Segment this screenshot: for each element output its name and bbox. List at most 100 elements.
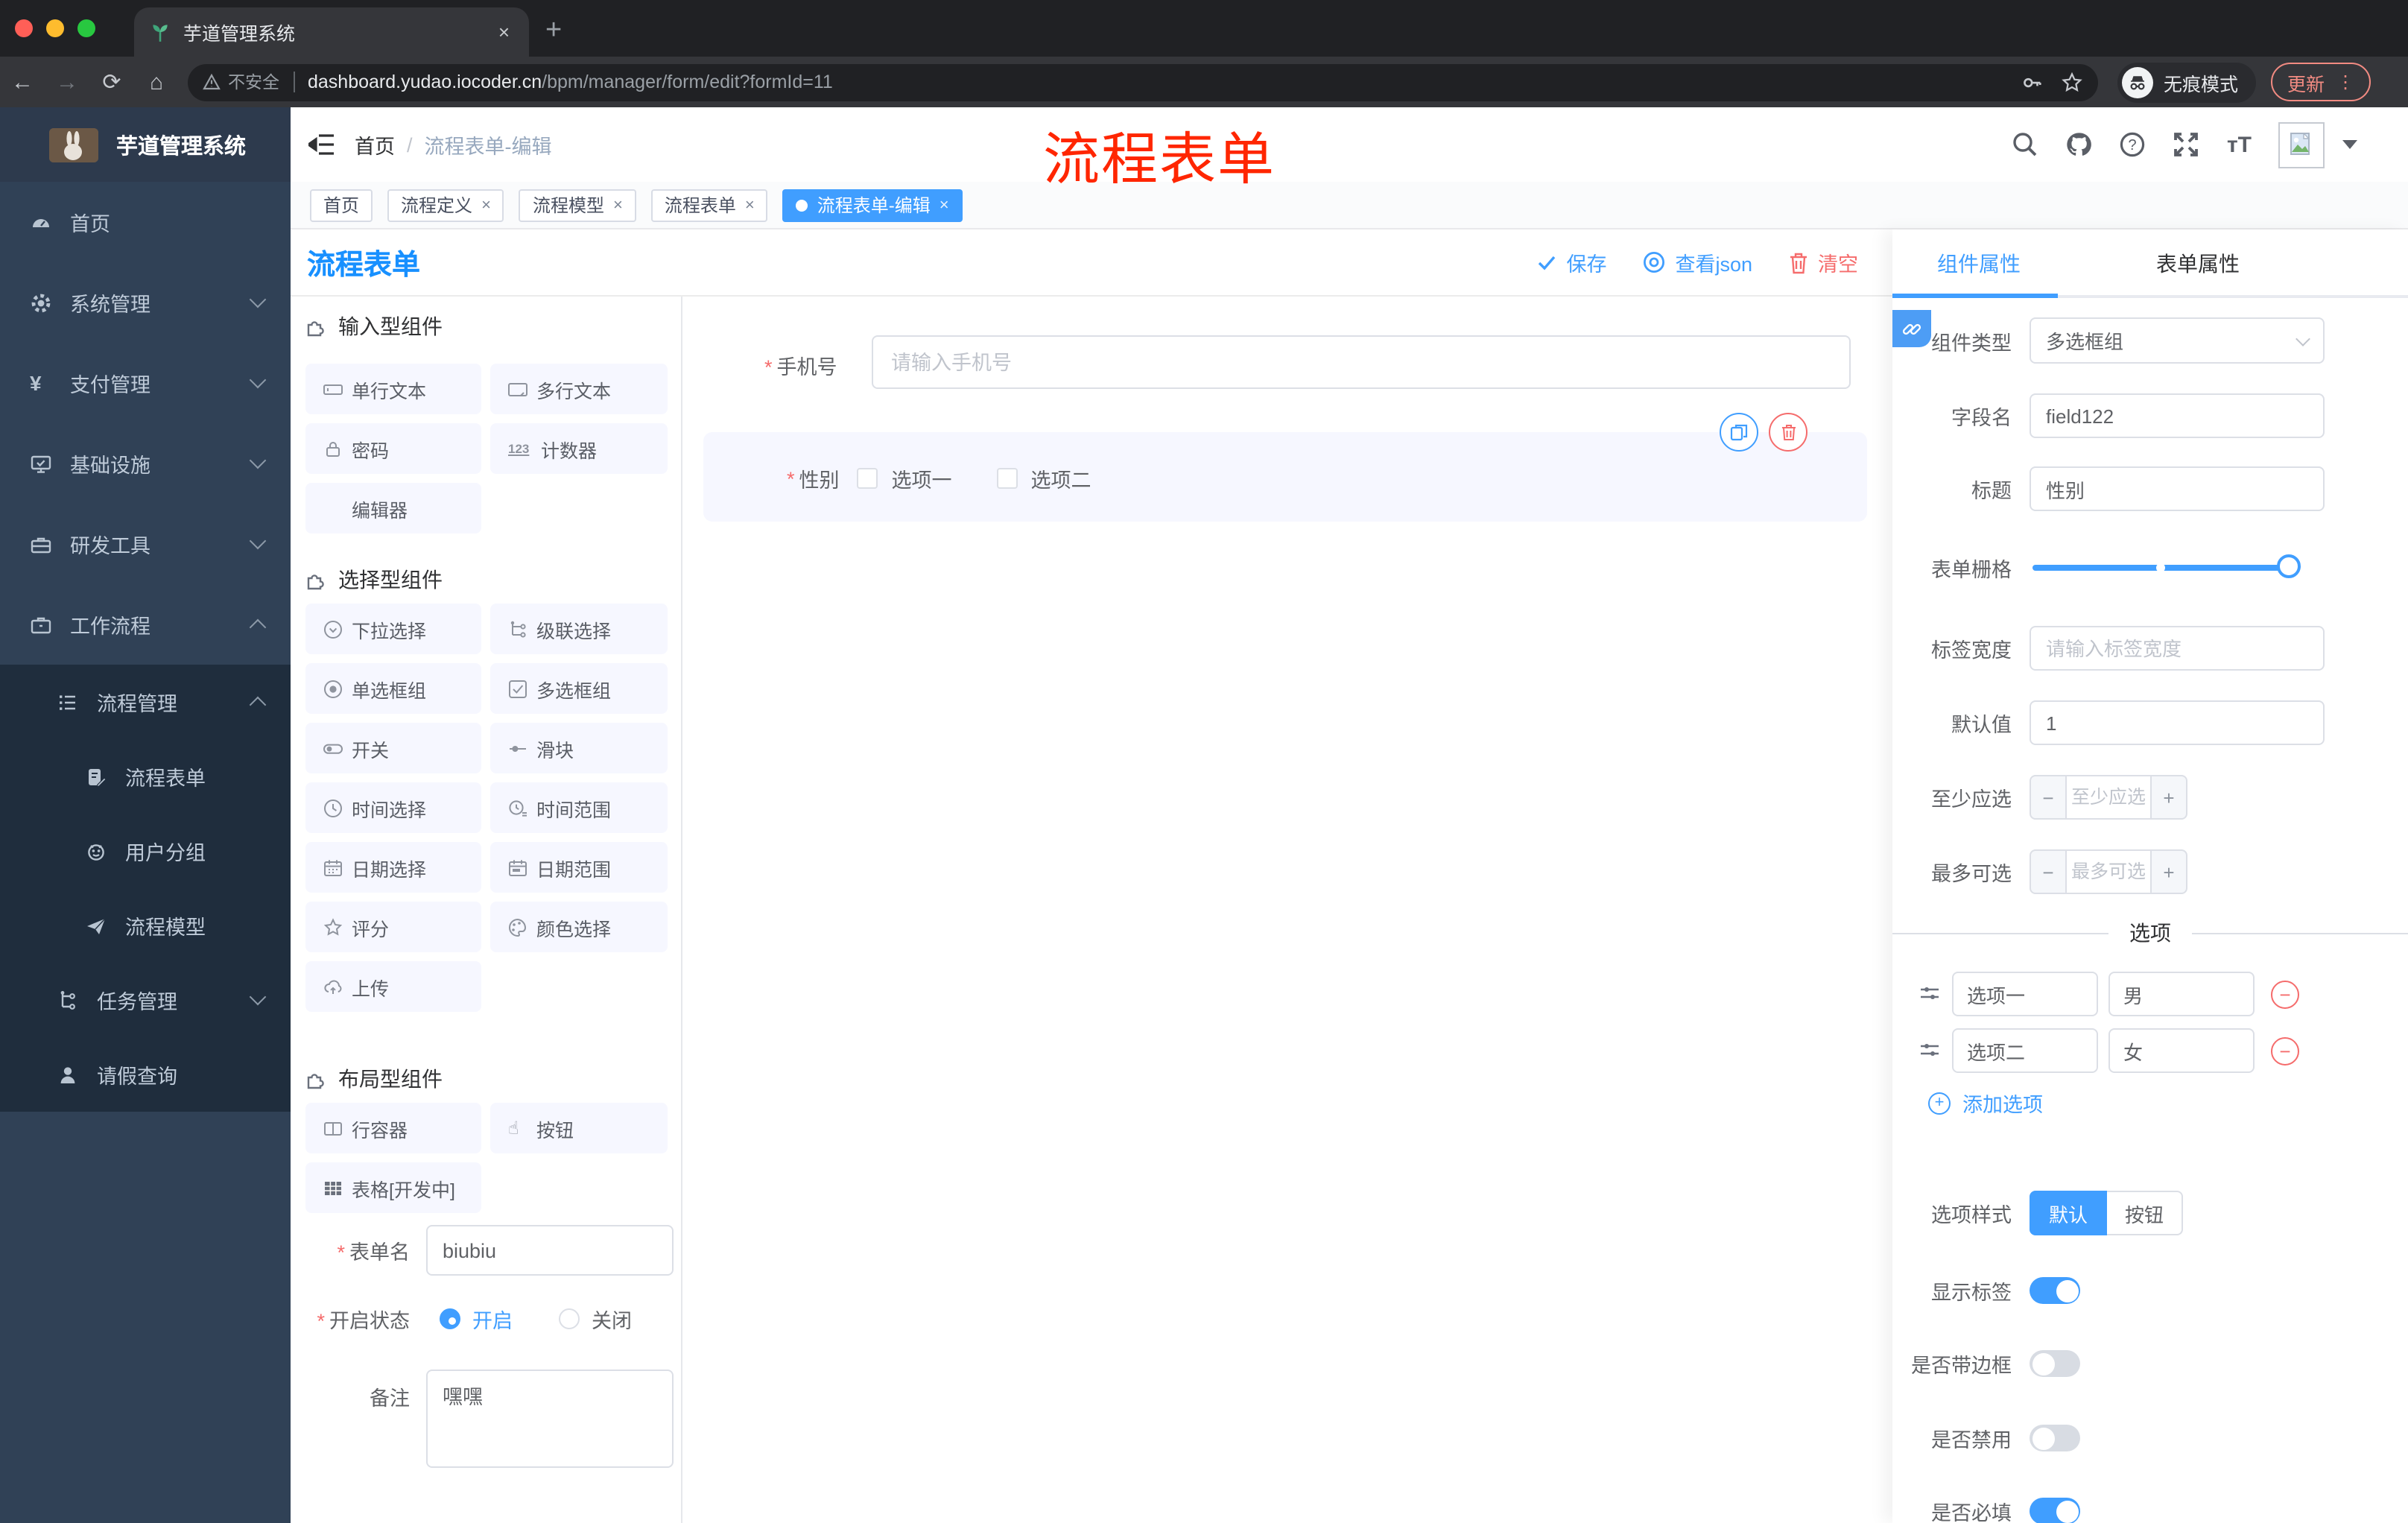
- palette-item-row-container[interactable]: 行容器: [305, 1103, 481, 1153]
- github-icon[interactable]: [2066, 131, 2093, 158]
- new-tab-button[interactable]: +: [545, 12, 562, 51]
- zoom-window-button[interactable]: [77, 19, 95, 37]
- avatar-caret-icon[interactable]: [2342, 140, 2357, 149]
- gender-option2-checkbox[interactable]: [996, 468, 1018, 489]
- browser-menu-icon[interactable]: ⋮: [2336, 72, 2354, 92]
- increase-button[interactable]: +: [2150, 849, 2187, 894]
- disabled-toggle[interactable]: [2030, 1425, 2080, 1451]
- palette-item-switch[interactable]: 开关: [305, 723, 481, 773]
- form-remark-textarea[interactable]: 嘿嘿: [426, 1370, 674, 1468]
- tag-close-icon[interactable]: ×: [613, 196, 623, 214]
- style-button-button[interactable]: 按钮: [2107, 1191, 2184, 1235]
- tag-process-form[interactable]: 流程表单 ×: [650, 189, 768, 221]
- browser-tab[interactable]: 芋道管理系统 ×: [134, 7, 529, 57]
- copy-component-button[interactable]: [1720, 413, 1758, 452]
- view-json-button[interactable]: 查看json: [1642, 247, 1752, 277]
- palette-item-checkbox-group[interactable]: 多选框组: [490, 663, 668, 714]
- tag-close-icon[interactable]: ×: [481, 196, 491, 214]
- sidebar-item-process-form[interactable]: 流程表单: [0, 739, 291, 814]
- form-grid-slider[interactable]: [2032, 554, 2301, 578]
- option1-label-input[interactable]: [1952, 972, 2098, 1016]
- delete-component-button[interactable]: [1769, 413, 1807, 452]
- drag-handle-icon[interactable]: [1919, 984, 1940, 1004]
- palette-item-date-picker[interactable]: 日期选择: [305, 842, 481, 893]
- help-icon[interactable]: ?: [2120, 131, 2146, 158]
- tag-process-model[interactable]: 流程模型 ×: [519, 189, 636, 221]
- palette-item-time-range[interactable]: 时间范围: [490, 782, 668, 833]
- back-icon[interactable]: ←: [0, 69, 45, 95]
- palette-item-date-range[interactable]: 日期范围: [490, 842, 668, 893]
- minimize-window-button[interactable]: [46, 19, 64, 37]
- clear-button[interactable]: 清空: [1788, 247, 1858, 277]
- sidebar-item-system[interactable]: 系统管理: [0, 262, 291, 343]
- reload-icon[interactable]: ⟳: [89, 69, 134, 95]
- border-toggle[interactable]: [2030, 1350, 2080, 1377]
- phone-field-input[interactable]: [872, 335, 1851, 389]
- option2-label-input[interactable]: [1952, 1028, 2098, 1073]
- max-select-input[interactable]: [2067, 849, 2150, 894]
- security-warning[interactable]: 不安全: [203, 70, 279, 94]
- tab-form-props[interactable]: 表单属性: [2156, 229, 2240, 298]
- sidebar-item-user-group[interactable]: 用户分组: [0, 814, 291, 888]
- gender-option1-label[interactable]: 选项一: [892, 463, 952, 493]
- password-key-icon[interactable]: [2021, 71, 2043, 93]
- show-label-toggle[interactable]: [2030, 1277, 2080, 1304]
- address-bar[interactable]: 不安全 dashboard.yudao.iocoder.cn/bpm/manag…: [188, 63, 2098, 101]
- tag-process-definition[interactable]: 流程定义 ×: [387, 189, 504, 221]
- search-icon[interactable]: [2012, 131, 2039, 158]
- palette-item-table[interactable]: 表格[开发中]: [305, 1162, 481, 1213]
- component-type-select[interactable]: 多选框组: [2030, 317, 2325, 364]
- gender-option1-checkbox[interactable]: [857, 468, 878, 489]
- title-input[interactable]: [2030, 466, 2325, 511]
- sidebar-item-workflow[interactable]: 工作流程: [0, 584, 291, 665]
- sidebar-item-process-model[interactable]: 流程模型: [0, 888, 291, 963]
- label-width-input[interactable]: [2030, 626, 2325, 671]
- status-on-label[interactable]: 开启: [472, 1304, 513, 1334]
- font-size-icon[interactable]: ᴛT: [2227, 132, 2252, 157]
- breadcrumb-home[interactable]: 首页: [355, 130, 395, 159]
- palette-item-color-picker[interactable]: 颜色选择: [490, 902, 668, 952]
- min-select-input[interactable]: [2067, 775, 2150, 820]
- tab-close-icon[interactable]: ×: [494, 21, 514, 43]
- selected-component-gender[interactable]: * 性别 选项一 选项二: [703, 413, 1867, 522]
- default-value-input[interactable]: [2030, 700, 2325, 745]
- status-off-radio[interactable]: [559, 1308, 580, 1329]
- palette-item-button[interactable]: ☝ 按钮: [490, 1103, 668, 1153]
- slider-thumb[interactable]: [2277, 554, 2301, 578]
- close-window-button[interactable]: [15, 19, 33, 37]
- palette-item-password[interactable]: 密码: [305, 423, 481, 474]
- bookmark-star-icon[interactable]: [2061, 71, 2083, 93]
- remove-option-button[interactable]: −: [2271, 980, 2299, 1008]
- sidebar-item-leave-query[interactable]: 请假查询: [0, 1037, 291, 1112]
- browser-update-button[interactable]: 更新 ⋮: [2271, 63, 2371, 101]
- drag-handle-icon[interactable]: [1919, 1040, 1940, 1061]
- required-toggle[interactable]: [2030, 1498, 2080, 1523]
- form-name-input[interactable]: [426, 1225, 674, 1276]
- form-canvas[interactable]: *手机号 * 性别 选项一 选项二: [682, 297, 1892, 1523]
- style-default-button[interactable]: 默认: [2030, 1191, 2108, 1235]
- home-icon[interactable]: ⌂: [134, 69, 179, 95]
- collapse-sidebar-icon[interactable]: [308, 134, 334, 155]
- field-name-input[interactable]: [2030, 393, 2325, 438]
- remove-option-button[interactable]: −: [2271, 1036, 2299, 1065]
- palette-item-editor[interactable]: 编辑器: [305, 483, 481, 533]
- tag-home[interactable]: 首页: [310, 189, 373, 221]
- save-button[interactable]: 保存: [1536, 247, 1606, 277]
- gender-option2-label[interactable]: 选项二: [1031, 463, 1091, 493]
- decrease-button[interactable]: −: [2030, 849, 2067, 894]
- palette-item-multi-line-text[interactable]: 多行文本: [490, 364, 668, 414]
- sidebar-item-devtools[interactable]: 研发工具: [0, 504, 291, 584]
- decrease-button[interactable]: −: [2030, 775, 2067, 820]
- palette-item-radio-group[interactable]: 单选框组: [305, 663, 481, 714]
- add-option-button[interactable]: + 添加选项: [1928, 1088, 2043, 1118]
- sidebar-item-payment[interactable]: ¥ 支付管理: [0, 343, 291, 423]
- status-off-label[interactable]: 关闭: [592, 1304, 632, 1334]
- sidebar-item-process-mgmt[interactable]: 流程管理: [0, 665, 291, 739]
- palette-item-single-line-text[interactable]: 单行文本: [305, 364, 481, 414]
- palette-item-slider[interactable]: 滑块: [490, 723, 668, 773]
- tag-close-icon[interactable]: ×: [745, 196, 755, 214]
- tag-process-form-edit[interactable]: 流程表单-编辑 ×: [782, 189, 963, 221]
- forward-icon[interactable]: →: [45, 69, 89, 95]
- option1-value-input[interactable]: [2108, 972, 2255, 1016]
- palette-item-select[interactable]: 下拉选择: [305, 604, 481, 654]
